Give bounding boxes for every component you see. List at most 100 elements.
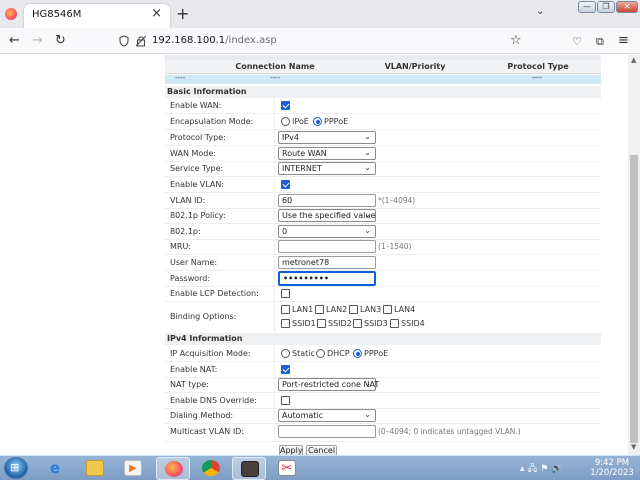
scroll-up-icon[interactable]: ▲ [631,56,636,64]
binding-ssid4-checkbox[interactable] [390,319,399,328]
close-window-button[interactable]: ✕ [616,1,638,13]
taskbar-media-player[interactable]: ▶ [116,457,150,480]
col-connection-name: Connection Name [235,62,315,71]
new-tab-icon[interactable]: + [176,4,189,23]
router-config-page: Connection Name VLAN/Priority Protocol T… [0,55,628,455]
encapsulation-label: Encapsulation Mode: [170,117,254,126]
vlan-id-hint: *(1–4094) [378,196,416,205]
encap-ipoe-radio[interactable] [281,117,290,126]
multicast-vlan-input[interactable] [278,425,376,438]
ip-acquisition-label: IP Acquisition Mode: [170,349,251,358]
acq-static-radio[interactable] [281,349,290,358]
row-divider [165,176,601,177]
chevron-down-icon: ⌄ [364,379,371,388]
scroll-down-icon[interactable]: ▼ [631,443,636,451]
binding-lan4-checkbox[interactable] [383,305,392,314]
acq-dhcp-radio[interactable] [316,349,325,358]
row-divider [165,301,601,302]
minimize-button[interactable]: — [578,1,596,13]
connection-table-row[interactable]: ---- ---- ---- [165,74,601,84]
binding-lan2-checkbox[interactable] [315,305,324,314]
pocket-icon[interactable]: ♡ [572,35,582,48]
user-name-input[interactable]: metronet78 [278,256,376,269]
back-icon[interactable]: ← [9,33,20,48]
row-divider [165,286,601,287]
binding-lan3-checkbox[interactable] [349,305,358,314]
shield-icon[interactable] [119,35,129,47]
binding-lan1-checkbox[interactable] [281,305,290,314]
taskbar-paint[interactable] [232,457,266,480]
service-type-select[interactable]: INTERNET ⌄ [278,162,376,175]
taskbar-ie[interactable]: e [38,457,72,480]
tab-title: HG8546M [32,9,82,20]
page-scrollbar[interactable]: ▲ ▼ [628,55,640,455]
binding-lan4-label: LAN4 [394,305,416,314]
clock-time[interactable]: 9:42 PM [590,458,634,468]
binding-ssid1-checkbox[interactable] [281,319,290,328]
chevron-down-icon: ⌄ [364,410,371,419]
acq-dhcp-label: DHCP [327,349,350,358]
vlan-id-value: 60 [282,196,293,205]
scrollbar-thumb[interactable] [630,155,638,443]
bookmark-star-icon[interactable]: ☆ [510,33,522,48]
browser-tab[interactable]: HG8546M × [24,4,170,28]
encap-pppoe-radio[interactable] [313,117,322,126]
enable-vlan-checkbox[interactable] [281,180,290,189]
windows-logo-icon: ⊞ [10,461,20,474]
taskbar-snipping-tool[interactable]: ✂ [270,457,304,480]
start-button[interactable]: ⊞ [4,457,28,479]
policy-8021p-value: Use the specified value [282,211,376,220]
wan-config-form: Connection Name VLAN/Priority Protocol T… [165,55,601,455]
binding-ssid2-label: SSID2 [328,319,352,328]
forward-icon[interactable]: → [32,33,43,48]
vlan-id-label: VLAN ID: [170,196,206,205]
binding-options-label: Binding Options: [170,312,237,321]
mru-input[interactable] [278,240,376,253]
value-8021p-select[interactable]: 0 ⌄ [278,225,376,238]
cell-protocol-type: ---- [532,74,543,82]
value-8021p-label: 802.1p: [170,227,201,236]
tab-close-icon[interactable]: × [151,6,162,21]
binding-lan1-label: LAN1 [292,305,314,314]
cancel-button[interactable]: Cancel [306,445,337,455]
dns-override-checkbox[interactable] [281,396,290,405]
protocol-type-select[interactable]: IPv4 ⌄ [278,131,376,144]
enable-wan-checkbox[interactable] [281,101,290,110]
vlan-id-input[interactable]: 60 [278,194,376,207]
password-input[interactable]: ••••••••• [278,271,376,286]
enable-nat-checkbox[interactable] [281,365,290,374]
internet-explorer-icon: e [49,459,61,477]
protocol-type-value: IPv4 [282,133,300,142]
insecure-lock-icon[interactable] [136,35,146,47]
nat-type-select[interactable]: Port-restricted cone NAT ⌄ [278,378,379,391]
clock-date[interactable]: 1/20/2023 [590,468,634,478]
firefox-logo-icon [5,8,17,20]
service-type-label: Service Type: [170,164,224,173]
enable-lcp-checkbox[interactable] [281,289,290,298]
system-tray-icons[interactable]: ▴ 🖧 ⚑ 🔊 [520,461,562,477]
reload-icon[interactable]: ↻ [55,33,66,48]
acq-pppoe-radio[interactable] [353,349,362,358]
row-divider [165,113,601,114]
url-text: 192.168.100.1/index.asp [152,35,277,46]
taskbar-chrome[interactable] [194,457,228,480]
wan-mode-label: WAN Mode: [170,149,216,158]
firefox-icon [165,461,183,477]
dialing-method-select[interactable]: Automatic ⌄ [278,409,376,422]
row-divider [165,208,601,209]
menu-icon[interactable]: ≡ [618,33,629,48]
policy-8021p-select[interactable]: Use the specified value ⌄ [278,209,376,222]
taskbar-explorer[interactable] [78,457,112,480]
binding-ssid3-checkbox[interactable] [353,319,362,328]
apply-button[interactable]: Apply [279,445,303,455]
multicast-vlan-hint: (0–4094; 0 indicates untagged VLAN.) [378,427,521,436]
taskbar-firefox[interactable] [156,457,190,480]
basic-info-heading: Basic Information [165,86,601,98]
maximize-button[interactable]: ❐ [597,1,615,13]
url-host: 192.168.100.1 [152,35,226,46]
list-tabs-icon[interactable]: ⌄ [536,6,544,17]
extensions-icon[interactable]: ⧉ [596,35,604,49]
binding-ssid2-checkbox[interactable] [317,319,326,328]
wan-mode-select[interactable]: Route WAN ⌄ [278,147,376,160]
url-bar[interactable]: 192.168.100.1/index.asp [116,31,526,51]
